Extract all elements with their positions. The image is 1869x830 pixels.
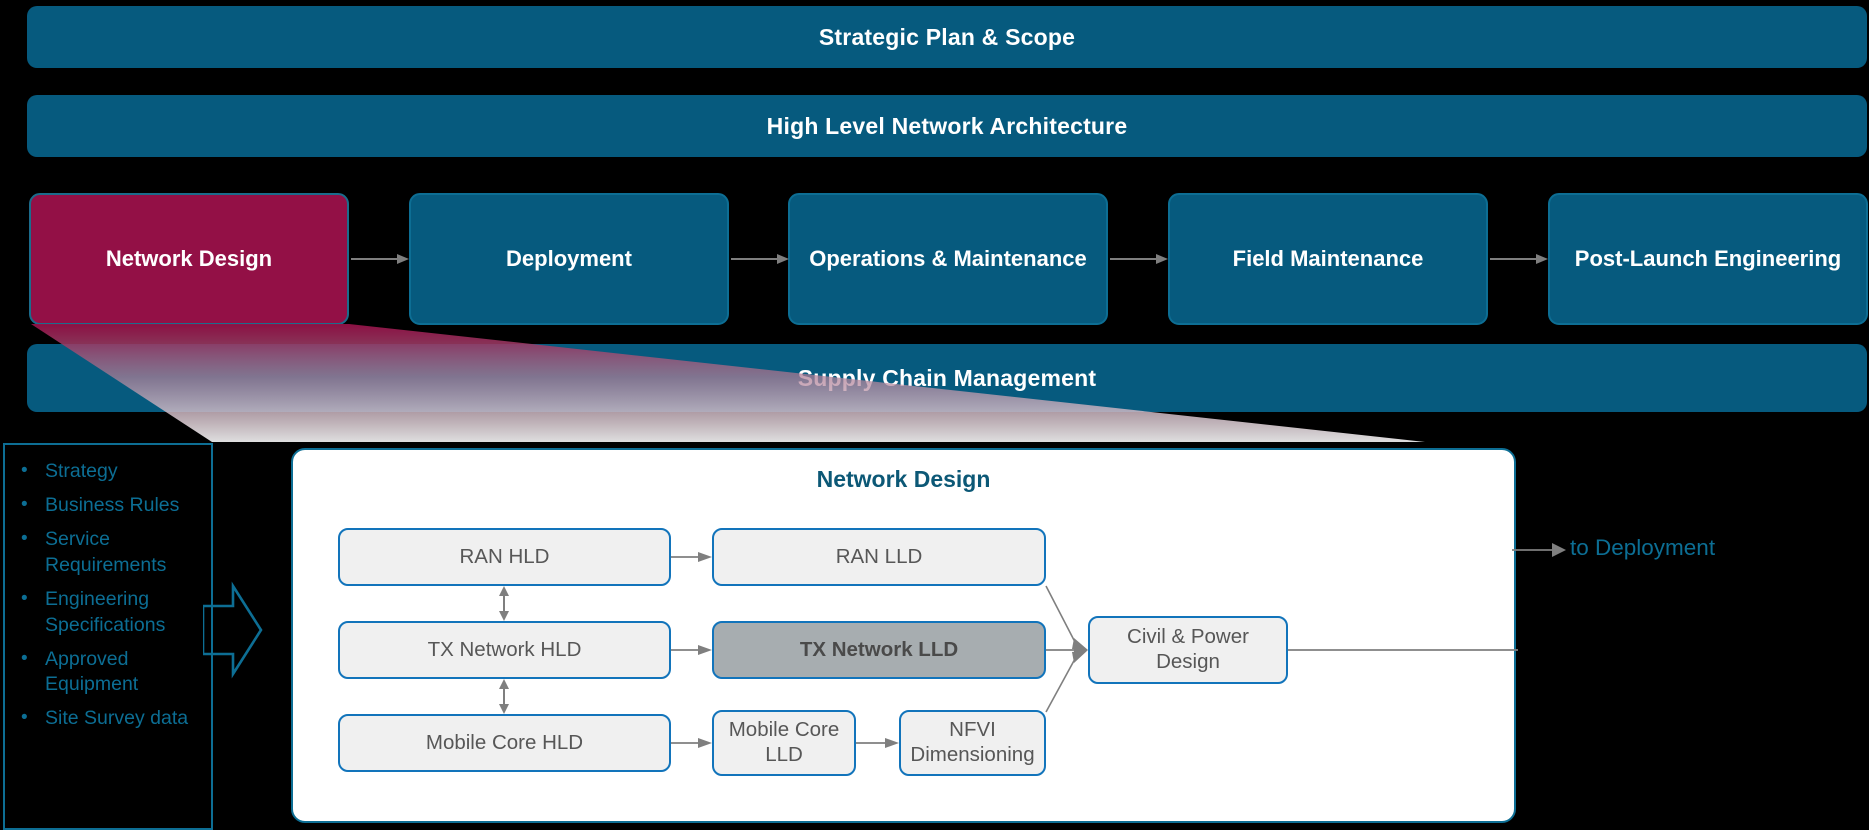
phase-post-launch-engineering-label: Post-Launch Engineering xyxy=(1574,246,1842,272)
node-tx-network-lld[interactable]: TX Network LLD xyxy=(712,621,1046,679)
design-inputs-box: Strategy Business Rules Service Requirem… xyxy=(3,443,213,830)
node-tx-network-hld[interactable]: TX Network HLD xyxy=(338,621,671,679)
network-design-detail-panel: Network Design RAN HLD TX Network HLD Mo… xyxy=(291,448,1518,823)
node-ran-lld-label: RAN LLD xyxy=(835,544,923,568)
band-high-level-network-architecture: High Level Network Architecture xyxy=(27,95,1867,157)
diagram-canvas: Strategic Plan & Scope High Level Networ… xyxy=(0,0,1869,830)
list-item: Site Survey data xyxy=(15,705,203,732)
list-item: Engineering Specifications xyxy=(15,586,203,639)
phase-deployment[interactable]: Deployment xyxy=(409,193,729,325)
list-item: Strategy xyxy=(15,458,203,485)
design-inputs-list: Strategy Business Rules Service Requirem… xyxy=(5,445,211,732)
phase-network-design-label: Network Design xyxy=(105,246,273,272)
phase-arrow-icon xyxy=(731,254,789,264)
phase-field-maintenance[interactable]: Field Maintenance xyxy=(1168,193,1488,325)
phase-network-design[interactable]: Network Design xyxy=(29,193,349,325)
list-item: Service Requirements xyxy=(15,526,203,579)
band-supply-chain-management: Supply Chain Management xyxy=(27,344,1867,412)
phase-arrow-icon xyxy=(351,254,409,264)
band-high-level-network-architecture-label: High Level Network Architecture xyxy=(766,112,1128,139)
node-mobile-core-hld-label: Mobile Core HLD xyxy=(425,730,584,754)
block-arrow-right-icon xyxy=(203,581,263,679)
node-mobile-core-hld[interactable]: Mobile Core HLD xyxy=(338,714,671,772)
list-item: Business Rules xyxy=(15,492,203,519)
node-nfvi-dimensioning-label: NFVI Dimensioning xyxy=(910,718,1035,766)
phase-operations-maintenance-label: Operations & Maintenance xyxy=(809,246,1087,272)
node-ran-hld-label: RAN HLD xyxy=(459,544,550,568)
node-mobile-core-lld[interactable]: Mobile Core LLD xyxy=(712,710,856,776)
band-supply-chain-management-label: Supply Chain Management xyxy=(797,364,1097,391)
node-ran-hld[interactable]: RAN HLD xyxy=(338,528,671,586)
list-item: Approved Equipment xyxy=(15,646,203,699)
node-ran-lld[interactable]: RAN LLD xyxy=(712,528,1046,586)
to-deployment-label: to Deployment xyxy=(1570,535,1716,560)
phase-operations-maintenance[interactable]: Operations & Maintenance xyxy=(788,193,1108,325)
phase-deployment-label: Deployment xyxy=(506,246,632,272)
node-mobile-core-lld-label: Mobile Core LLD xyxy=(728,718,840,766)
node-tx-network-hld-label: TX Network HLD xyxy=(427,637,582,661)
panel-title: Network Design xyxy=(816,466,991,492)
node-tx-network-lld-label: TX Network LLD xyxy=(799,637,959,661)
phase-post-launch-engineering[interactable]: Post-Launch Engineering xyxy=(1548,193,1868,325)
phase-arrow-icon xyxy=(1110,254,1168,264)
band-strategic-plan: Strategic Plan & Scope xyxy=(27,6,1867,68)
node-nfvi-dimensioning[interactable]: NFVI Dimensioning xyxy=(899,710,1046,776)
band-strategic-plan-label: Strategic Plan & Scope xyxy=(818,23,1076,50)
node-civil-power-design[interactable]: Civil & Power Design xyxy=(1088,616,1288,684)
node-civil-power-design-label: Civil & Power Design xyxy=(1127,625,1249,673)
phase-arrow-icon xyxy=(1490,254,1548,264)
phase-field-maintenance-label: Field Maintenance xyxy=(1232,246,1424,272)
